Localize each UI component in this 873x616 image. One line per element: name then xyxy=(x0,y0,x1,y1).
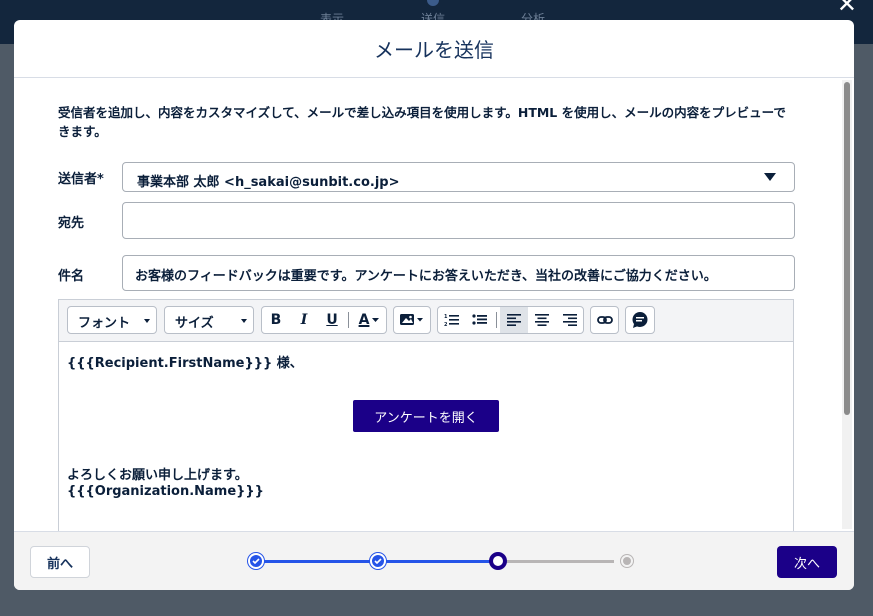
intro-text: 受信者を追加し、内容をカスタマイズして、メールで差し込み項目を使用します。HTM… xyxy=(58,105,786,139)
modal-footer: 前へ 次へ xyxy=(14,531,854,590)
open-survey-button[interactable]: アンケートを開く xyxy=(353,400,499,432)
align-right-icon xyxy=(563,314,577,326)
text-format-group: B I U A xyxy=(261,306,387,334)
speech-bubble-icon xyxy=(632,312,648,328)
prev-button[interactable]: 前へ xyxy=(30,546,90,578)
close-icon[interactable]: ✕ xyxy=(837,0,857,16)
svg-text:1: 1 xyxy=(444,314,448,320)
subject-input[interactable]: お客様のフィードバックは重要です。アンケートにお答えいただき、当社の改善にご協力… xyxy=(122,255,795,291)
from-value: 事業本部 太郎 <h_sakai@sunbit.co.jp> xyxy=(137,175,400,190)
progress-line-todo xyxy=(504,560,614,563)
svg-text:2: 2 xyxy=(444,322,448,327)
to-input[interactable] xyxy=(122,202,795,239)
rich-text-editor: フォント サイズ B I U A 1 2 {{{Recipient.FirstN… xyxy=(58,299,794,531)
check-icon xyxy=(374,558,382,564)
progress-line-done xyxy=(264,560,374,563)
bold-button[interactable]: B xyxy=(262,307,290,333)
bg-progress-dot xyxy=(427,0,439,6)
numbered-list-button[interactable]: 1 2 xyxy=(438,307,466,333)
insert-link-button[interactable] xyxy=(590,306,619,334)
bullet-list-icon xyxy=(472,314,487,325)
email-organization: {{{Organization.Name}}} xyxy=(67,484,264,499)
modal-body: 受信者を追加し、内容をカスタマイズして、メールで差し込み項目を使用します。HTM… xyxy=(14,78,854,531)
merge-field-button[interactable] xyxy=(625,306,655,334)
editor-toolbar: フォント サイズ B I U A 1 2 xyxy=(59,300,793,342)
progress-step-2 xyxy=(370,553,386,569)
align-right-button[interactable] xyxy=(556,307,584,333)
send-email-modal: メールを送信 受信者を追加し、内容をカスタマイズして、メールで差し込み項目を使用… xyxy=(14,20,854,590)
text-color-button[interactable]: A xyxy=(352,307,386,333)
subject-label: 件名 xyxy=(58,269,85,284)
progress-indicator xyxy=(244,550,633,572)
size-dropdown[interactable]: サイズ xyxy=(164,306,254,334)
text-color-icon: A xyxy=(358,312,370,328)
progress-step-3 xyxy=(489,552,507,570)
modal-header: メールを送信 xyxy=(14,20,854,78)
underline-button[interactable]: U xyxy=(318,307,346,333)
font-dropdown-label: フォント xyxy=(78,316,131,331)
align-left-icon xyxy=(507,314,521,326)
chevron-down-icon xyxy=(144,319,150,323)
insert-image-button[interactable] xyxy=(393,306,431,334)
chevron-down-icon xyxy=(764,173,776,181)
modal-title: メールを送信 xyxy=(374,38,494,62)
font-dropdown[interactable]: フォント xyxy=(67,306,157,334)
editor-content[interactable]: {{{Recipient.FirstName}}} 様、 アンケートを開く よろ… xyxy=(59,342,793,499)
email-regards: よろしくお願い申し上げます。 xyxy=(67,468,248,483)
align-center-button[interactable] xyxy=(528,307,556,333)
bullet-list-button[interactable] xyxy=(466,307,494,333)
check-icon xyxy=(252,558,260,564)
next-button[interactable]: 次へ xyxy=(777,546,837,578)
paragraph-format-group: 1 2 xyxy=(437,306,584,334)
chevron-down-icon xyxy=(241,319,247,323)
from-select[interactable]: 事業本部 太郎 <h_sakai@sunbit.co.jp> xyxy=(122,162,795,192)
email-greeting: {{{Recipient.FirstName}}} 様、 xyxy=(67,356,303,371)
to-label: 宛先 xyxy=(58,216,85,231)
numbered-list-icon: 1 2 xyxy=(444,314,459,327)
progress-line-done xyxy=(384,560,494,563)
italic-button[interactable]: I xyxy=(290,307,318,333)
align-center-icon xyxy=(535,314,549,326)
scrollbar-thumb[interactable] xyxy=(844,82,850,415)
chevron-down-icon xyxy=(372,317,380,322)
toolbar-divider xyxy=(348,312,349,328)
align-left-button[interactable] xyxy=(500,307,528,333)
from-label: 送信者* xyxy=(58,172,104,187)
link-icon xyxy=(597,316,613,324)
toolbar-divider xyxy=(496,312,497,328)
progress-step-4 xyxy=(621,555,633,567)
size-dropdown-label: サイズ xyxy=(175,316,214,331)
image-icon xyxy=(400,314,423,325)
progress-step-1 xyxy=(248,553,264,569)
